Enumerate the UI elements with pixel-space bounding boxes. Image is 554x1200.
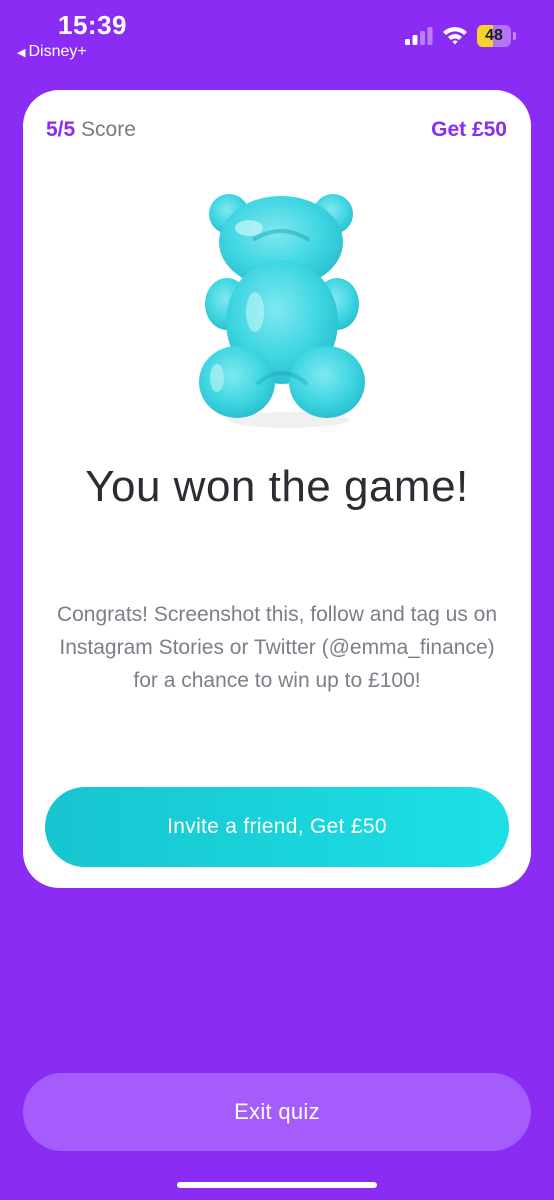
- cellular-signal-icon: [405, 27, 433, 45]
- score-value: 5/5: [46, 118, 76, 141]
- home-indicator[interactable]: [177, 1182, 377, 1188]
- status-bar: 15:39 ◀ Disney+ 48: [0, 0, 554, 70]
- back-to-app-link[interactable]: ◀ Disney+: [17, 43, 87, 61]
- result-headline: You won the game!: [85, 462, 469, 511]
- wifi-icon: [443, 27, 467, 45]
- gummy-bear-icon: [199, 194, 365, 428]
- result-message: Congrats! Screenshot this, follow and ta…: [56, 603, 498, 692]
- score-label: Score: [81, 118, 136, 141]
- score-display: 5/5 Score: [46, 118, 136, 142]
- invite-friend-button[interactable]: Invite a friend, Get £50: [45, 787, 509, 867]
- get-reward-link[interactable]: Get £50: [431, 118, 507, 142]
- battery-icon: 48: [477, 25, 517, 47]
- exit-quiz-button[interactable]: Exit quiz: [23, 1073, 531, 1151]
- back-triangle-icon: ◀: [17, 46, 26, 59]
- status-time: 15:39: [58, 10, 127, 40]
- battery-level: 48: [485, 27, 503, 44]
- result-card: 5/5 Score Get £50 You won the game! Cong…: [23, 90, 531, 888]
- back-app-label: Disney+: [28, 43, 87, 60]
